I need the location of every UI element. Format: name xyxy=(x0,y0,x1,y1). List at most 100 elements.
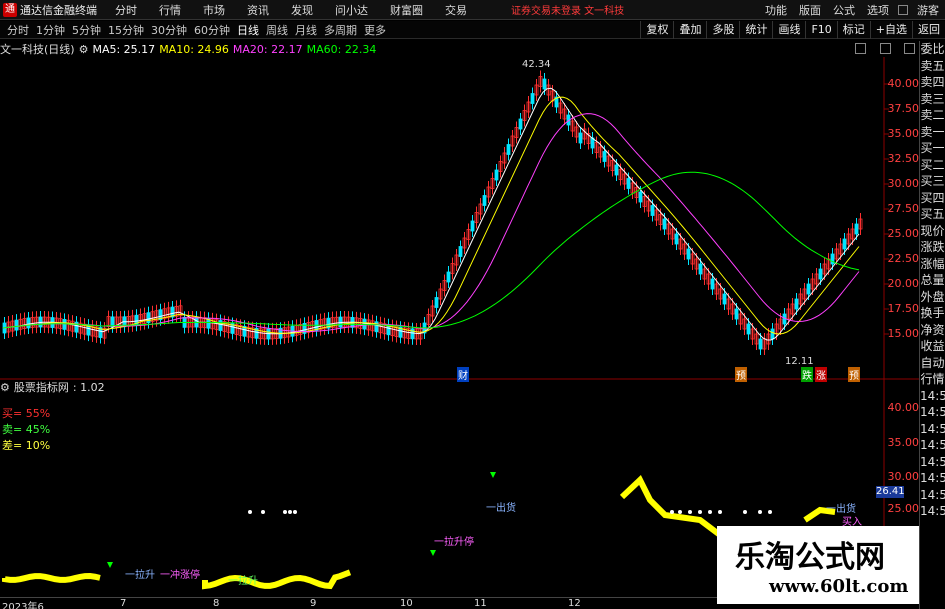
quote-buy2[interactable]: 买二 xyxy=(920,157,945,174)
candle-body xyxy=(14,319,19,331)
signal-dot xyxy=(688,510,692,514)
indicator-tick: 40.00 xyxy=(887,401,920,414)
signal-dot xyxy=(768,510,772,514)
signal-arrow xyxy=(430,550,436,556)
candle-body xyxy=(734,308,739,320)
event-tag[interactable]: 预 xyxy=(735,367,747,382)
date-tick: 9 xyxy=(310,598,317,609)
candle-body xyxy=(410,328,415,340)
event-tag[interactable]: 跌 xyxy=(801,367,813,382)
candle-body xyxy=(650,205,655,216)
signal-dot xyxy=(293,510,297,514)
price-tick: 25.00 xyxy=(887,227,920,240)
quote-netasset[interactable]: 净资 xyxy=(920,322,945,339)
indicator-tick: 35.00 xyxy=(887,436,920,449)
candle-body xyxy=(794,298,799,310)
quote-sell4[interactable]: 卖四 xyxy=(920,74,945,91)
indicator-header: ⚙ 股票指标网 : 1.02 xyxy=(0,379,109,395)
indicator-title[interactable]: 股票指标网 xyxy=(14,379,69,395)
watermark: 乐淘公式网 www.60lt.com xyxy=(717,526,919,604)
candle-body xyxy=(434,297,439,308)
candle-body xyxy=(770,328,775,340)
signal-arrow xyxy=(107,562,113,568)
candle-body xyxy=(662,218,667,230)
signal-label: 一出货 xyxy=(486,503,516,514)
signal-dot xyxy=(283,510,287,514)
candle-body xyxy=(218,320,223,331)
candle-body xyxy=(146,312,151,324)
candle-body xyxy=(482,195,487,206)
signal-label: 一拉升停 xyxy=(434,537,474,548)
ratio-buy: 买= 55% xyxy=(2,407,51,420)
candle-body xyxy=(710,278,715,290)
signal-label: 一拉升 xyxy=(228,576,258,587)
signal-dot xyxy=(758,510,762,514)
date-tick: 12 xyxy=(568,598,581,609)
quote-sell2[interactable]: 卖二 xyxy=(920,107,945,124)
signal-dot xyxy=(698,510,702,514)
event-tag[interactable]: 预 xyxy=(848,367,860,382)
quote-turnover[interactable]: 换手 xyxy=(920,305,945,322)
price-tick: 37.50 xyxy=(887,102,920,115)
candle-body xyxy=(746,323,751,335)
indicator-tick: 30.00 xyxy=(887,470,920,483)
signal-label: 一冲涨停 xyxy=(160,570,200,581)
quote-sell3[interactable]: 卖三 xyxy=(920,91,945,108)
quote-volume[interactable]: 总量 xyxy=(920,272,945,289)
quote-buy1[interactable]: 买一 xyxy=(920,140,945,157)
candle-body xyxy=(638,191,643,203)
low-annotation: 12.11 xyxy=(785,356,814,367)
candle-body xyxy=(518,118,523,130)
event-tag[interactable]: 涨 xyxy=(815,367,827,382)
candle-body xyxy=(806,283,811,295)
candle-body xyxy=(674,233,679,245)
event-tag[interactable]: 财 xyxy=(457,367,469,382)
signal-label: 一拉升 xyxy=(125,570,155,581)
tick-time: 14:50 xyxy=(920,405,945,419)
quote-outer[interactable]: 外盘 xyxy=(920,289,945,306)
indicator-tick: 25.00 xyxy=(887,502,920,515)
candle-body xyxy=(626,178,631,189)
indicator-band xyxy=(202,569,352,590)
tick-time: 14:50 xyxy=(920,471,945,485)
candle-body xyxy=(530,93,535,104)
signal-dot xyxy=(670,510,674,514)
quote-buy4[interactable]: 买四 xyxy=(920,190,945,207)
tick-time: 14:50 xyxy=(920,421,945,436)
candle-body xyxy=(506,144,511,155)
quote-change[interactable]: 涨跌 xyxy=(920,239,945,256)
candle-body xyxy=(494,169,499,181)
quote-hangqing[interactable]: 行情 xyxy=(920,371,945,388)
quote-pct[interactable]: 涨幅 xyxy=(920,256,945,273)
price-tick: 35.00 xyxy=(887,127,920,140)
quote-auto[interactable]: 自动 xyxy=(920,355,945,372)
candle-body xyxy=(722,293,727,305)
candle-body xyxy=(686,248,691,260)
candle-body xyxy=(842,238,847,250)
quote-sidebar: 委比 卖五 卖四 卖三 卖二 卖一 买一 买二 买三 买四 买五 现价 涨跌 涨… xyxy=(919,41,945,609)
candle-body xyxy=(830,253,835,265)
quote-buy3[interactable]: 买三 xyxy=(920,173,945,190)
quote-price[interactable]: 现价 xyxy=(920,223,945,240)
quote-earnings[interactable]: 收益 xyxy=(920,338,945,355)
tick-time: 14:50 xyxy=(920,504,945,518)
watermark-url: www.60lt.com xyxy=(769,576,909,597)
quote-weibi[interactable]: 委比 xyxy=(920,41,945,58)
quote-buy5[interactable]: 买五 xyxy=(920,206,945,223)
tick-time: 14:50 xyxy=(920,438,945,452)
menu-youke[interactable]: 游客 xyxy=(917,2,939,18)
quote-sell5[interactable]: 卖五 xyxy=(920,58,945,75)
candle-body xyxy=(818,268,823,280)
ma5-line xyxy=(2,87,860,341)
indicator-band xyxy=(2,573,101,583)
price-tick: 20.00 xyxy=(887,277,920,290)
signal-dot xyxy=(261,510,265,514)
signal-dot xyxy=(743,510,747,514)
candle-body xyxy=(542,78,547,90)
high-annotation: 42.34 xyxy=(522,59,551,70)
kline-chart[interactable] xyxy=(0,0,919,597)
candle-body xyxy=(26,317,31,329)
quote-sell1[interactable]: 卖一 xyxy=(920,124,945,141)
price-tick: 22.50 xyxy=(887,252,920,265)
indicator-settings-icon[interactable]: ⚙ xyxy=(0,381,10,394)
